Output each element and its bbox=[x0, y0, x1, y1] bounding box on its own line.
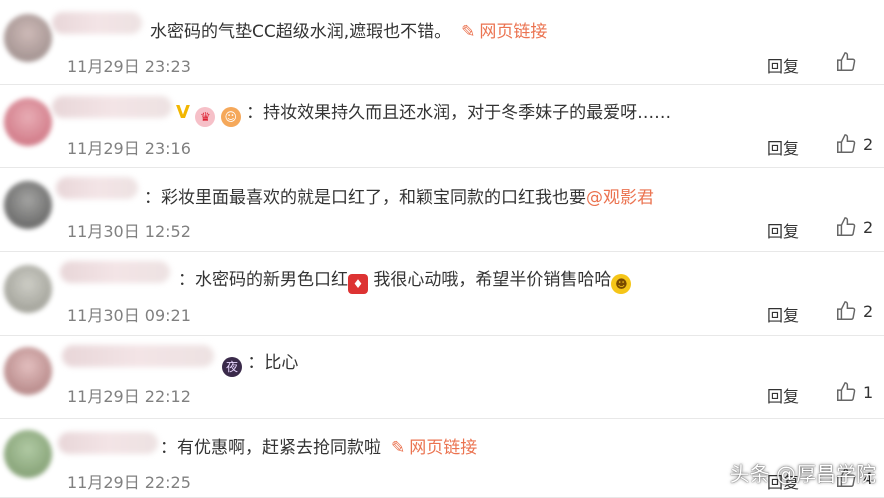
member-badge-icon: ☺ bbox=[220, 107, 241, 127]
avatar[interactable] bbox=[4, 181, 52, 229]
username-blurred[interactable] bbox=[58, 432, 158, 454]
like-button[interactable]: 2 bbox=[835, 216, 873, 238]
like-button[interactable] bbox=[835, 51, 863, 73]
timestamp: 11月29日 22:12 bbox=[67, 387, 191, 406]
username-blurred[interactable] bbox=[52, 96, 172, 118]
like-button[interactable]: 2 bbox=[835, 133, 873, 155]
avatar[interactable] bbox=[4, 98, 52, 146]
like-count: 2 bbox=[863, 217, 874, 237]
comment-row: ：水密码的新男色口红 ♦ 我很心动哦，希望半价销售哈哈 ☻ 11月30日 09:21… bbox=[0, 251, 884, 336]
laughing-emoji-icon: ☻ bbox=[611, 274, 632, 294]
like-button[interactable]: 1 bbox=[835, 381, 873, 403]
thumbs-up-icon bbox=[837, 134, 856, 153]
comment-text: 水密码的气垫CC超级水润,遮瑕也不错。 ✎ 网页链接 bbox=[150, 22, 548, 42]
comment-text: 夜 ：比心 bbox=[222, 348, 298, 377]
night-badge-icon: 夜 bbox=[222, 357, 242, 377]
reply-button[interactable]: 回复 bbox=[767, 302, 799, 326]
comment-row: 夜 ：比心 11月29日 22:12 回复 1 bbox=[0, 335, 884, 419]
timestamp: 11月29日 22:25 bbox=[67, 473, 191, 492]
comment-row: V ♛ ☺ ：持妆效果持久而且还水润，对于冬季妹子的最爱呀…… 11月29日 2… bbox=[0, 84, 884, 168]
reply-button[interactable]: 回复 bbox=[767, 383, 799, 407]
username-blurred[interactable] bbox=[62, 345, 214, 367]
like-count: 1 bbox=[863, 382, 874, 402]
watermark: 头条 @厚昌学院 bbox=[729, 462, 876, 486]
web-link[interactable]: 网页链接 bbox=[409, 438, 477, 458]
avatar[interactable] bbox=[4, 347, 52, 395]
reply-button[interactable]: 回复 bbox=[767, 53, 799, 77]
thumbs-up-icon bbox=[837, 382, 856, 401]
avatar[interactable] bbox=[4, 430, 52, 478]
avatar[interactable] bbox=[4, 265, 52, 313]
verified-v-icon: V bbox=[176, 102, 190, 123]
like-count: 2 bbox=[863, 134, 874, 154]
username-blurred[interactable] bbox=[56, 177, 138, 199]
timestamp: 11月29日 23:16 bbox=[67, 139, 191, 158]
timestamp: 11月30日 09:21 bbox=[67, 306, 191, 325]
thumbs-up-icon bbox=[837, 301, 856, 320]
mention-link[interactable]: @观影君 bbox=[586, 188, 654, 208]
comment-text: ：有优惠啊，赶紧去抢同款啦 ✎ 网页链接 bbox=[160, 438, 478, 458]
lipstick-icon: ♦ bbox=[348, 274, 368, 294]
comment-row: 水密码的气垫CC超级水润,遮瑕也不错。 ✎ 网页链接 11月29日 23:23 回复 bbox=[0, 0, 884, 85]
avatar[interactable] bbox=[4, 14, 52, 62]
timestamp: 11月30日 12:52 bbox=[67, 222, 191, 241]
link-icon: ✎ bbox=[391, 438, 406, 458]
link-icon: ✎ bbox=[461, 22, 476, 42]
timestamp: 11月29日 23:23 bbox=[67, 57, 191, 76]
comment-text: V ♛ ☺ ：持妆效果持久而且还水润，对于冬季妹子的最爱呀…… bbox=[176, 98, 671, 127]
username-blurred[interactable] bbox=[60, 261, 170, 283]
username-blurred[interactable] bbox=[52, 12, 142, 34]
comment-text: ：水密码的新男色口红 ♦ 我很心动哦，希望半价销售哈哈 ☻ bbox=[178, 265, 632, 294]
thumbs-up-icon bbox=[837, 217, 856, 236]
like-count: 2 bbox=[863, 301, 874, 321]
reply-button[interactable]: 回复 bbox=[767, 218, 799, 242]
comment-row: ：彩妆里面最喜欢的就是口红了，和颖宝同款的口红我也要@观影君 11月30日 12… bbox=[0, 167, 884, 252]
like-button[interactable]: 2 bbox=[835, 300, 873, 322]
web-link[interactable]: 网页链接 bbox=[479, 22, 547, 42]
reply-button[interactable]: 回复 bbox=[767, 135, 799, 159]
comment-text: ：彩妆里面最喜欢的就是口红了，和颖宝同款的口红我也要@观影君 bbox=[144, 188, 654, 208]
thumbs-up-icon bbox=[837, 52, 856, 71]
crown-badge-icon: ♛ bbox=[195, 107, 216, 127]
